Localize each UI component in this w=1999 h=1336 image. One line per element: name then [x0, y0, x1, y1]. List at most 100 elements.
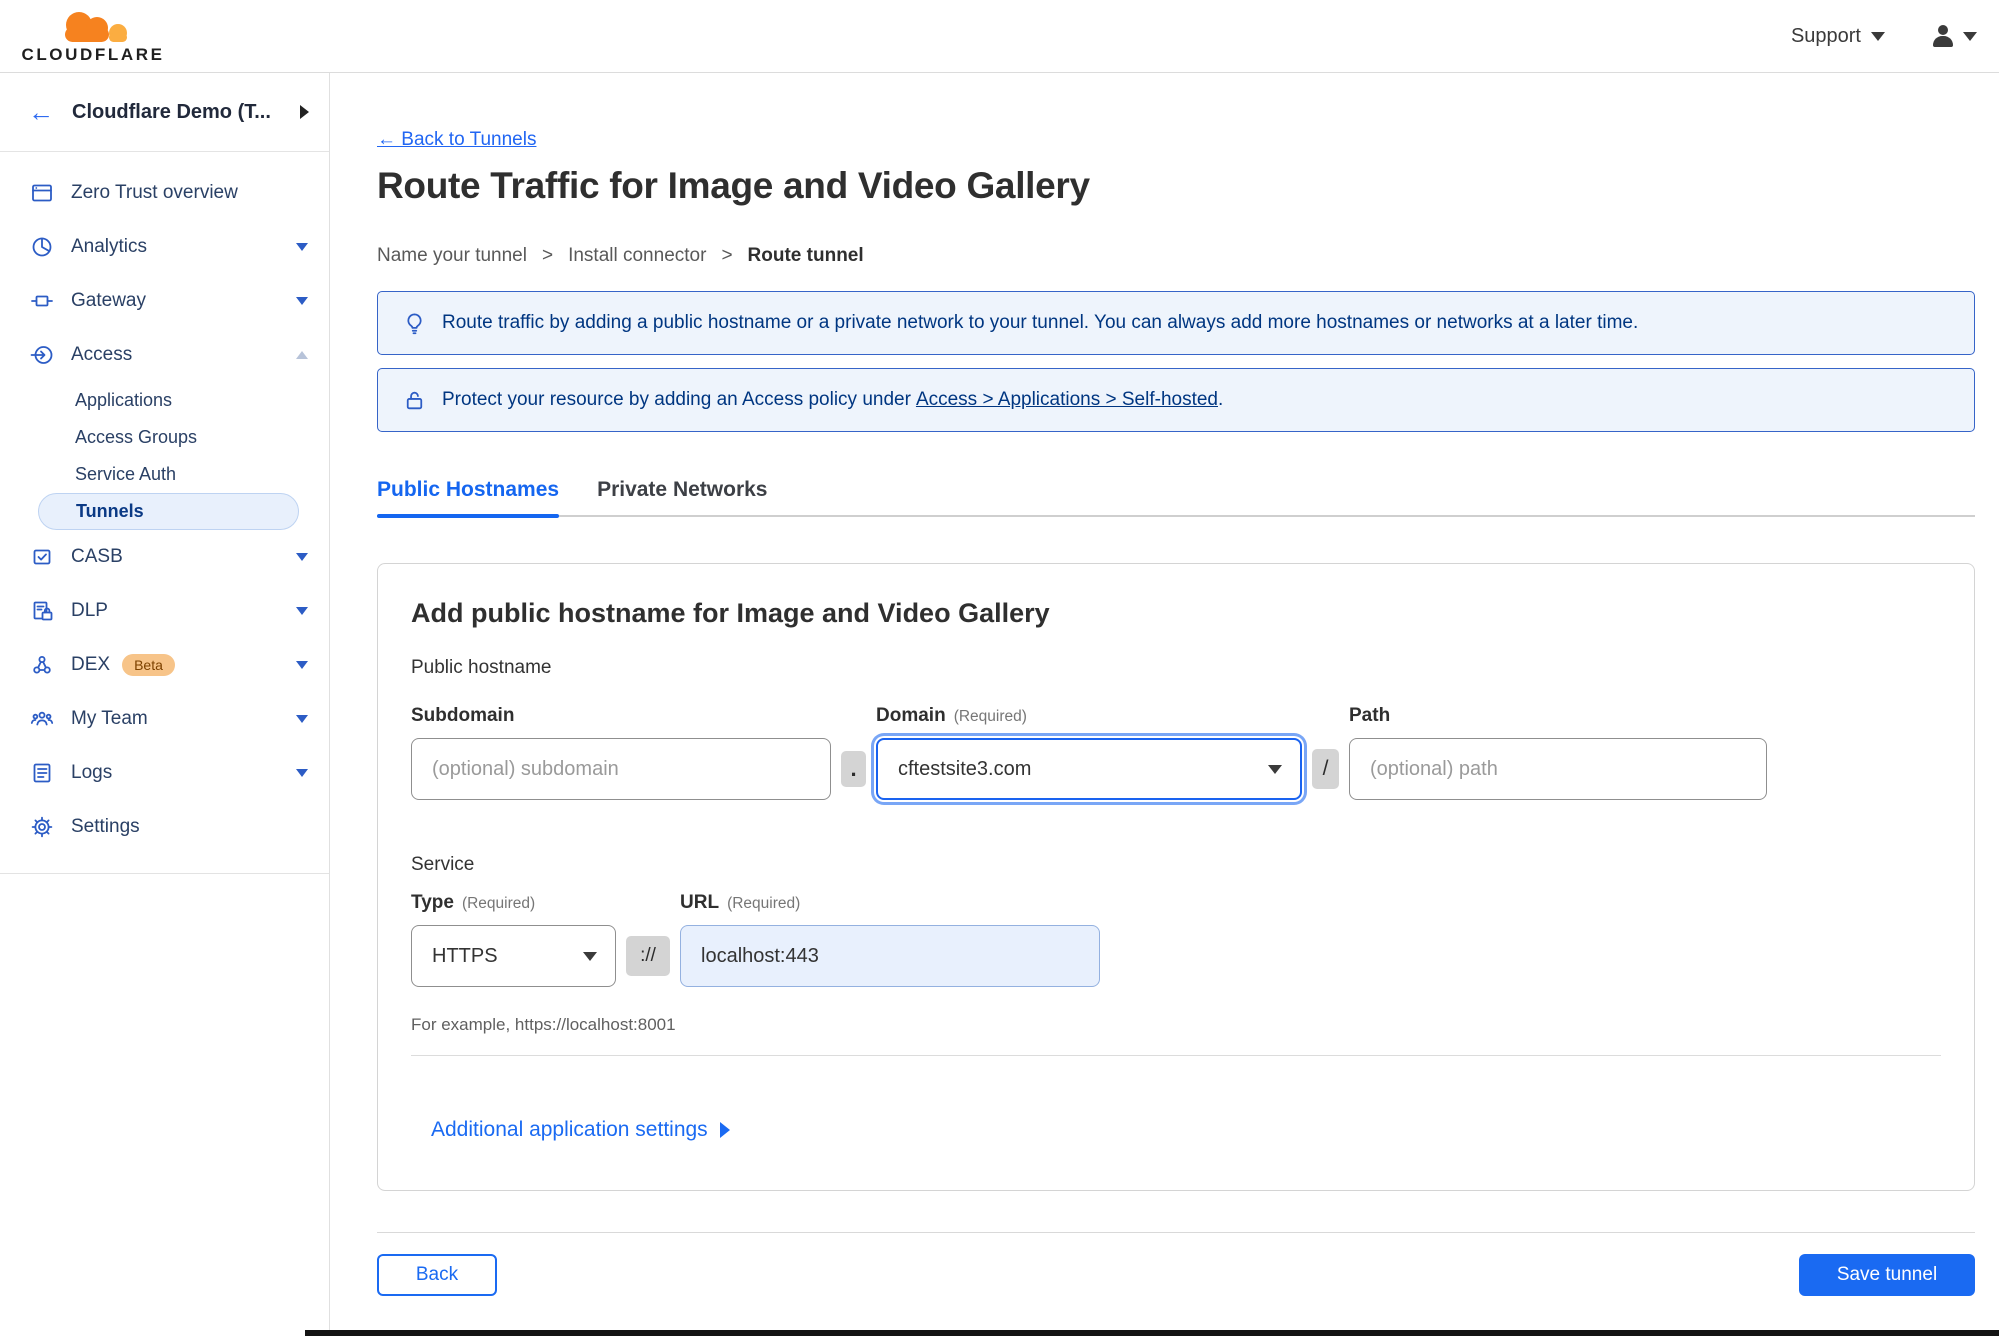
sidebar-item-label: Service Auth — [75, 464, 177, 484]
subdomain-label: Subdomain — [411, 705, 515, 726]
sidebar-item-label: DLP — [71, 600, 108, 621]
additional-settings-label: Additional application settings — [431, 1118, 708, 1141]
step-separator: > — [721, 245, 733, 266]
path-field: Path — [1349, 705, 1767, 800]
sidebar-item-access[interactable]: Access — [0, 328, 329, 382]
url-label: URL (Required) — [680, 892, 1100, 916]
sidebar-item-dlp[interactable]: DLP — [0, 584, 329, 638]
sidebar-item-label: My Team — [71, 708, 148, 729]
chevron-down-icon — [296, 553, 308, 561]
domain-select[interactable]: cftestsite3.com — [876, 738, 1302, 800]
sidebar-item-zero-trust-overview[interactable]: Zero Trust overview — [0, 166, 329, 220]
cloudflare-logo[interactable]: CLOUDFLARE — [18, 8, 168, 65]
top-bar: CLOUDFLARE Support — [0, 0, 1999, 73]
required-hint: (Required) — [727, 895, 801, 912]
sidebar-item-service-auth[interactable]: Service Auth — [0, 456, 329, 493]
tab-private-networks[interactable]: Private Networks — [597, 478, 767, 515]
service-type-select[interactable]: HTTPS — [411, 925, 616, 987]
hostname-field-row: Subdomain . Domain (Required) cftestsite… — [411, 705, 1941, 800]
people-icon — [30, 711, 54, 726]
back-arrow-icon[interactable]: ← — [28, 99, 54, 125]
sidebar-item-applications[interactable]: Applications — [0, 382, 329, 419]
save-tunnel-button[interactable]: Save tunnel — [1799, 1254, 1975, 1296]
scheme-separator: :// — [626, 936, 670, 976]
tip-banner: Route traffic by adding a public hostnam… — [377, 291, 1975, 355]
sidebar-item-my-team[interactable]: My Team — [0, 692, 329, 746]
type-field: Type (Required) HTTPS — [411, 892, 616, 987]
back-button[interactable]: Back — [377, 1254, 497, 1296]
account-name: Cloudflare Demo (T... — [72, 100, 271, 123]
slash-separator: / — [1312, 749, 1339, 789]
account-header: ← Cloudflare Demo (T... — [0, 73, 329, 152]
chevron-down-icon — [296, 769, 308, 777]
back-to-tunnels-link[interactable]: ← Back to Tunnels — [377, 129, 536, 151]
network-nodes-icon — [33, 656, 51, 674]
chevron-down-icon — [296, 297, 308, 305]
url-example-text: For example, https://localhost:8001 — [411, 1015, 676, 1034]
domain-label: Domain (Required) — [876, 705, 1302, 729]
casb-check-icon — [33, 549, 51, 565]
card-divider — [411, 1055, 1941, 1056]
url-field: URL (Required) — [680, 892, 1100, 987]
banner-text-suffix: . — [1218, 389, 1224, 410]
access-policy-banner: Protect your resource by adding an Acces… — [377, 368, 1975, 432]
service-field-row: Type (Required) HTTPS :// URL (Required) — [411, 892, 1941, 987]
lightbulb-icon — [407, 312, 422, 334]
sidebar-item-tunnels[interactable]: Tunnels — [38, 493, 299, 530]
subdomain-field: Subdomain — [411, 705, 831, 800]
sidebar-item-label: Tunnels — [76, 501, 144, 521]
url-label-text: URL — [680, 892, 720, 913]
type-label: Type (Required) — [411, 892, 616, 916]
step-route-tunnel: Route tunnel — [747, 245, 864, 266]
add-hostname-card: Add public hostname for Image and Video … — [377, 563, 1975, 1191]
path-input[interactable] — [1349, 738, 1767, 800]
sidebar-item-casb[interactable]: CASB — [0, 530, 329, 584]
step-install-connector[interactable]: Install connector — [568, 245, 706, 267]
chevron-down-icon — [296, 661, 308, 669]
logo-wordmark: CLOUDFLARE — [21, 44, 165, 64]
sidebar: ← Cloudflare Demo (T... Zero Trust overv… — [0, 73, 330, 1336]
lock-icon — [406, 391, 423, 409]
tab-public-hostnames[interactable]: Public Hostnames — [377, 478, 560, 518]
window-icon — [32, 184, 52, 202]
cloudflare-cloud-icon — [65, 11, 127, 42]
step-name-your-tunnel[interactable]: Name your tunnel — [377, 245, 527, 267]
additional-settings-toggle[interactable]: Additional application settings — [431, 1118, 730, 1142]
banner-text-prefix: Protect your resource by adding an Acces… — [442, 389, 911, 410]
sidebar-item-label: Access Groups — [75, 427, 198, 447]
sidebar-item-access-groups[interactable]: Access Groups — [0, 419, 329, 456]
sidebar-item-label: Analytics — [71, 236, 148, 257]
sidebar-item-settings[interactable]: Settings — [0, 800, 329, 854]
support-menu[interactable]: Support — [1791, 25, 1885, 48]
support-label: Support — [1790, 24, 1861, 47]
sidebar-item-gateway[interactable]: Gateway — [0, 274, 329, 328]
main-content: ← Back to Tunnels Route Traffic for Imag… — [330, 73, 1999, 1336]
user-menu[interactable] — [1931, 24, 1977, 48]
document-lock-icon — [33, 601, 53, 621]
chevron-down-icon — [296, 243, 308, 251]
url-input[interactable] — [680, 925, 1100, 987]
footer-actions: Back Save tunnel — [377, 1254, 1975, 1296]
sidebar-item-logs[interactable]: Logs — [0, 746, 329, 800]
sidebar-item-dex[interactable]: DEX Beta — [0, 638, 329, 692]
tip-banner-text: Route traffic by adding a public hostnam… — [442, 312, 1639, 333]
chevron-down-icon — [1871, 31, 1885, 41]
public-hostname-label: Public hostname — [411, 657, 552, 678]
required-hint: (Required) — [461, 895, 536, 912]
sidebar-nav: Zero Trust overview Analytics Gateway Ac… — [0, 152, 329, 854]
access-policy-banner-text: Protect your resource by adding an Acces… — [442, 389, 1223, 411]
sidebar-item-label: CASB — [71, 546, 123, 567]
access-applications-link[interactable]: Access > Applications > Self-hosted — [916, 389, 1218, 410]
page-title: Route Traffic for Image and Video Galler… — [377, 165, 1090, 206]
sidebar-item-analytics[interactable]: Analytics — [0, 220, 329, 274]
footer-divider — [377, 1232, 1975, 1233]
list-icon — [33, 763, 51, 783]
step-separator: > — [541, 245, 554, 266]
chevron-down-icon — [296, 607, 308, 615]
subdomain-input[interactable] — [411, 738, 831, 800]
pie-chart-icon — [32, 237, 52, 257]
sidebar-collapse-icon[interactable] — [300, 105, 309, 119]
chevron-down-icon — [1268, 764, 1282, 774]
wizard-steps: Name your tunnel > Install connector > R… — [377, 245, 1975, 267]
card-heading: Add public hostname for Image and Video … — [411, 598, 1050, 628]
